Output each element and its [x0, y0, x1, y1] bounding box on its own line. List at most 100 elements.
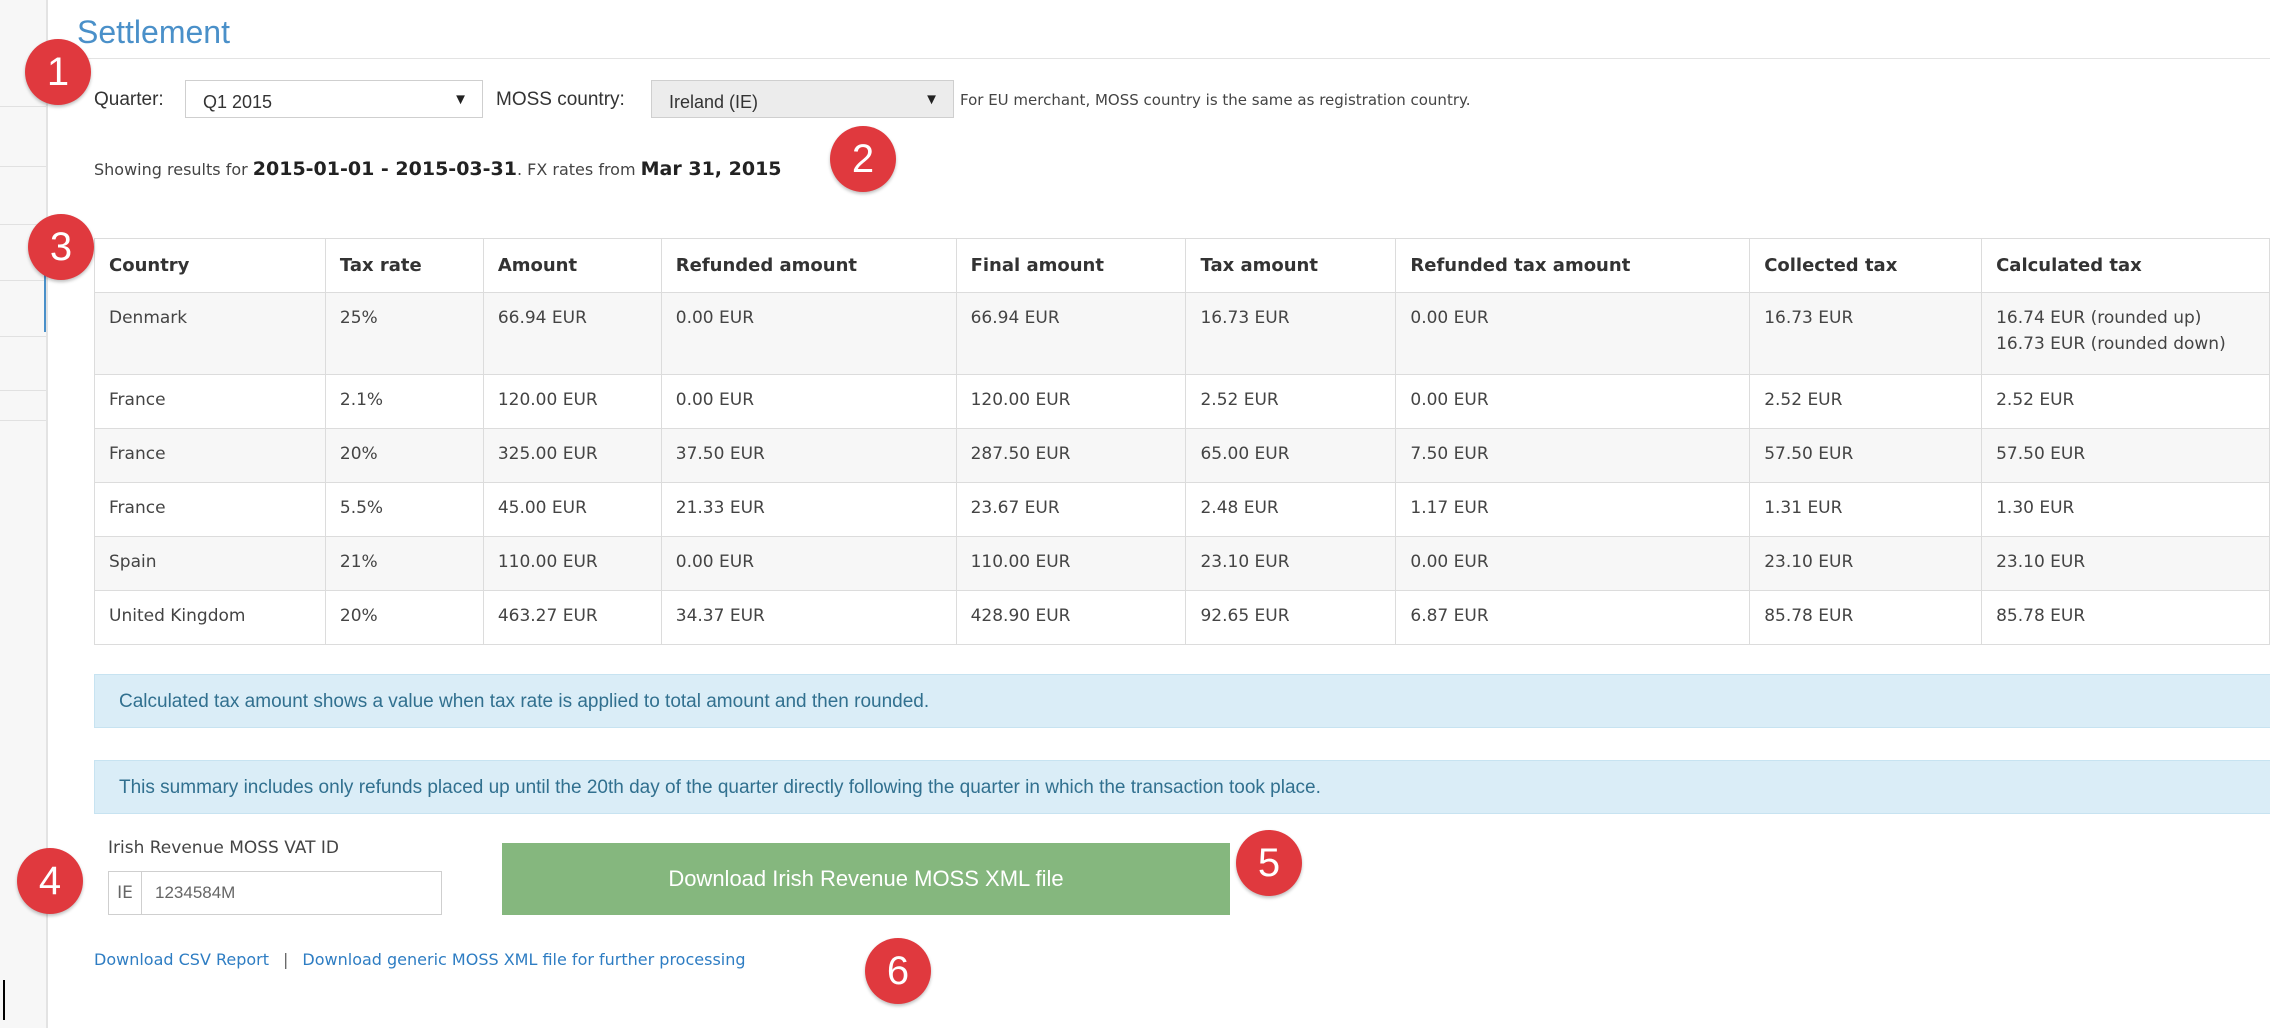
table-cell: 37.50 EUR	[660, 428, 957, 483]
vat-id-field[interactable]: IE 1234584M	[108, 871, 442, 915]
moss-country-select[interactable]: Ireland (IE) ▼	[651, 80, 954, 118]
table-cell: 57.50 EUR	[1749, 428, 1983, 483]
quarter-select-value: Q1 2015	[203, 92, 273, 112]
table-cell: 25%	[324, 292, 484, 375]
table-cell: 21.33 EUR	[660, 482, 957, 537]
table-row: Spain 21% 110.00 EUR 0.00 EUR 110.00 EUR…	[94, 536, 2270, 591]
column-header: Collected tax	[1749, 238, 1983, 293]
calculated-tax-info: Calculated tax amount shows a value when…	[94, 674, 2270, 728]
download-links: Download CSV Report | Download generic MOS…	[94, 950, 746, 969]
table-cell: 2.52 EUR	[1749, 374, 1983, 429]
column-header: Final amount	[955, 238, 1187, 293]
table-cell: 1.30 EUR	[1981, 482, 2270, 537]
table-cell: 85.78 EUR	[1749, 590, 1983, 645]
table-cell: 45.00 EUR	[482, 482, 662, 537]
table-cell: 110.00 EUR	[482, 536, 662, 591]
moss-country-select-value: Ireland (IE)	[669, 92, 759, 112]
download-irish-moss-xml-button[interactable]: Download Irish Revenue MOSS XML file	[502, 843, 1230, 915]
table-cell: 66.94 EUR	[955, 292, 1187, 375]
summary-period: 2015-01-01 - 2015-03-31	[252, 158, 517, 180]
table-cell: 57.50 EUR	[1981, 428, 2270, 483]
table-cell: 7.50 EUR	[1395, 428, 1751, 483]
column-header: Refunded tax amount	[1395, 238, 1751, 293]
table-cell: 65.00 EUR	[1185, 428, 1397, 483]
table-row: France 20% 325.00 EUR 37.50 EUR 287.50 E…	[94, 428, 2270, 483]
table-header-row: Country Tax rate Amount Refunded amount …	[94, 238, 2270, 293]
table-cell: United Kingdom	[94, 590, 326, 645]
table-cell: France	[94, 428, 326, 483]
sidebar-divider	[0, 336, 46, 337]
download-generic-moss-xml-link[interactable]: Download generic MOSS XML file for furth…	[302, 950, 745, 969]
refunds-info: This summary includes only refunds place…	[94, 760, 2270, 814]
table-cell: 325.00 EUR	[482, 428, 662, 483]
vat-id-label: Irish Revenue MOSS VAT ID	[108, 838, 339, 858]
table-cell: 66.94 EUR	[482, 292, 662, 375]
caret-down-icon: ▼	[924, 91, 939, 108]
table-cell: 23.67 EUR	[955, 482, 1187, 537]
table-cell: 6.87 EUR	[1395, 590, 1751, 645]
column-header: Tax rate	[324, 238, 484, 293]
caret-down-icon: ▼	[453, 91, 468, 108]
summary-prefix: Showing results for	[94, 160, 248, 179]
quarter-select[interactable]: Q1 2015 ▼	[185, 80, 483, 118]
table-cell: 0.00 EUR	[1395, 292, 1751, 375]
vat-id-prefix: IE	[109, 872, 142, 914]
table-cell: 0.00 EUR	[1395, 374, 1751, 429]
column-header: Calculated tax	[1981, 238, 2270, 293]
table-cell: 23.10 EUR	[1185, 536, 1397, 591]
table-cell: 110.00 EUR	[955, 536, 1187, 591]
table-cell: 23.10 EUR	[1981, 536, 2270, 591]
quarter-label: Quarter:	[94, 89, 164, 110]
table-cell: 85.78 EUR	[1981, 590, 2270, 645]
table-row: France 2.1% 120.00 EUR 0.00 EUR 120.00 E…	[94, 374, 2270, 429]
table-cell: 92.65 EUR	[1185, 590, 1397, 645]
moss-country-note: For EU merchant, MOSS country is the sam…	[960, 91, 1471, 109]
sidebar-divider	[0, 390, 46, 391]
results-summary: Showing results for 2015-01-01 - 2015-03…	[94, 158, 782, 180]
table-cell: 463.27 EUR	[482, 590, 662, 645]
table-cell: 2.48 EUR	[1185, 482, 1397, 537]
table-cell: 21%	[324, 536, 484, 591]
vat-id-value: 1234584M	[155, 883, 236, 902]
table-cell: 2.52 EUR	[1981, 374, 2270, 429]
table-cell: 20%	[324, 428, 484, 483]
table-cell: Spain	[94, 536, 326, 591]
table-cell: 16.73 EUR	[1185, 292, 1397, 375]
summary-fx-prefix: . FX rates from	[516, 160, 636, 179]
table-cell: 2.1%	[324, 374, 484, 429]
column-header: Tax amount	[1185, 238, 1397, 293]
page-title: Settlement	[77, 14, 230, 50]
annotation-badge-3: 3	[28, 214, 94, 280]
table-cell: 16.73 EUR	[1749, 292, 1983, 375]
table-cell: France	[94, 374, 326, 429]
table-cell: 34.37 EUR	[660, 590, 957, 645]
column-header: Country	[94, 238, 326, 293]
table-cell: 287.50 EUR	[955, 428, 1187, 483]
settlement-table: Country Tax rate Amount Refunded amount …	[94, 238, 2270, 645]
table-cell: 120.00 EUR	[955, 374, 1187, 429]
text-cursor	[3, 980, 5, 1020]
sidebar-divider	[0, 166, 46, 167]
annotation-badge-5: 5	[1236, 830, 1302, 896]
table-cell: 0.00 EUR	[660, 536, 957, 591]
calculated-tax-rounded-up: 16.74 EUR (rounded up)	[1996, 308, 2202, 328]
annotation-badge-2: 2	[830, 126, 896, 192]
table-cell: 5.5%	[324, 482, 484, 537]
annotation-badge-6: 6	[865, 938, 931, 1004]
annotation-badge-4: 4	[17, 848, 83, 914]
table-cell: 16.74 EUR (rounded up) 16.73 EUR (rounde…	[1981, 292, 2270, 375]
table-cell: 1.31 EUR	[1749, 482, 1983, 537]
table-cell: 0.00 EUR	[1395, 536, 1751, 591]
calculated-tax-rounded-down: 16.73 EUR (rounded down)	[1996, 334, 2226, 354]
table-cell: 428.90 EUR	[955, 590, 1187, 645]
table-cell: 0.00 EUR	[660, 374, 957, 429]
column-header: Refunded amount	[660, 238, 957, 293]
table-cell: 0.00 EUR	[660, 292, 957, 375]
moss-country-label: MOSS country:	[496, 89, 625, 110]
table-cell: 120.00 EUR	[482, 374, 662, 429]
column-header: Amount	[482, 238, 662, 293]
table-row: Denmark 25% 66.94 EUR 0.00 EUR 66.94 EUR…	[94, 292, 2270, 375]
table-cell: 1.17 EUR	[1395, 482, 1751, 537]
download-csv-link[interactable]: Download CSV Report	[94, 950, 269, 969]
table-row: United Kingdom 20% 463.27 EUR 34.37 EUR …	[94, 590, 2270, 645]
